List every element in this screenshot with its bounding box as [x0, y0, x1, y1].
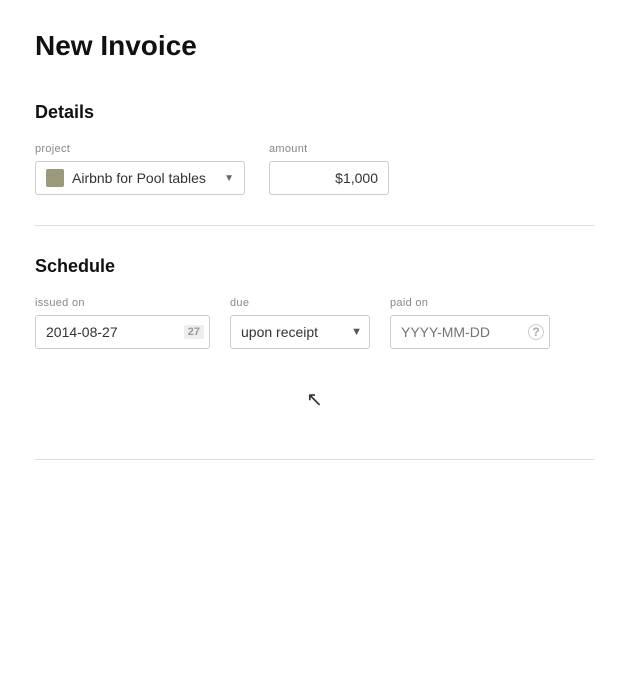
project-name: Airbnb for Pool tables: [72, 170, 216, 186]
due-field-group: due upon receipt net 15 net 30 net 60 ▼: [230, 297, 370, 349]
details-row: project Airbnb for Pool tables ▼ amount: [35, 143, 594, 195]
schedule-row: issued on 27 due upon receipt net 15 net…: [35, 297, 594, 349]
project-dropdown-arrow-icon: ▼: [224, 173, 234, 184]
details-section-title: Details: [35, 102, 594, 123]
due-label: due: [230, 297, 370, 309]
schedule-section: Schedule issued on 27 due upon receipt n…: [35, 256, 594, 349]
amount-input[interactable]: [269, 161, 389, 195]
issued-field-group: issued on 27: [35, 297, 210, 349]
project-field-group: project Airbnb for Pool tables ▼: [35, 143, 245, 195]
cursor-icon: ↖: [306, 387, 323, 412]
help-icon: ?: [528, 324, 544, 340]
due-select[interactable]: upon receipt net 15 net 30 net 60: [230, 315, 370, 349]
paid-input-wrapper: ?: [390, 315, 550, 349]
page-container: New Invoice Details project Airbnb for P…: [0, 0, 629, 520]
schedule-section-title: Schedule: [35, 256, 594, 277]
issued-input-wrapper: 27: [35, 315, 210, 349]
details-divider: [35, 225, 594, 226]
project-select[interactable]: Airbnb for Pool tables ▼: [35, 161, 245, 195]
bottom-divider: [35, 459, 594, 460]
project-color-swatch: [46, 169, 64, 187]
calendar-icon: 27: [184, 325, 204, 339]
paid-field-group: paid on ?: [390, 297, 550, 349]
amount-field-group: amount: [269, 143, 389, 195]
details-section: Details project Airbnb for Pool tables ▼…: [35, 102, 594, 195]
cursor-area: ↖: [35, 369, 594, 429]
paid-date-input[interactable]: [390, 315, 550, 349]
due-select-wrapper: upon receipt net 15 net 30 net 60 ▼: [230, 315, 370, 349]
page-title: New Invoice: [35, 30, 594, 62]
issued-label: issued on: [35, 297, 210, 309]
project-label: project: [35, 143, 245, 155]
amount-label: amount: [269, 143, 389, 155]
paid-label: paid on: [390, 297, 550, 309]
